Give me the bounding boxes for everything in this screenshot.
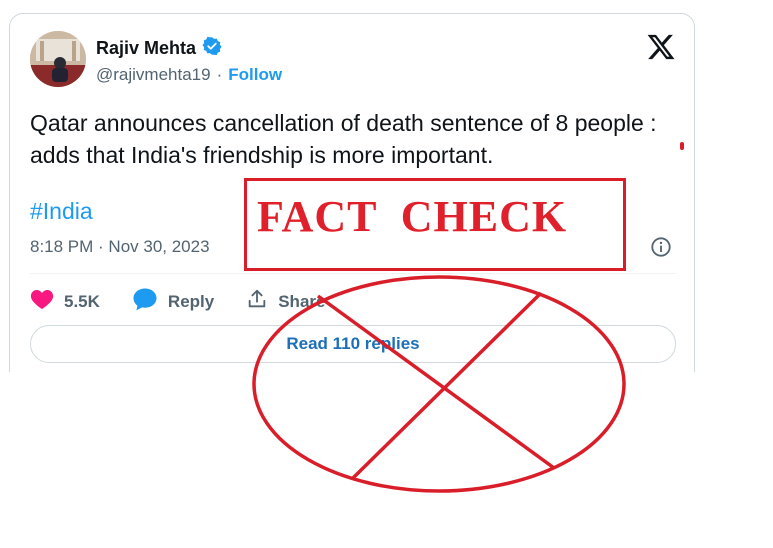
read-replies-button[interactable]: Read 110 replies	[30, 325, 676, 363]
hashtag-link[interactable]: #India	[30, 198, 93, 225]
action-bar: 5.5K Reply Share	[30, 287, 357, 316]
author-name[interactable]: Rajiv Mehta	[96, 38, 196, 59]
read-replies-label: Read 110 replies	[286, 334, 420, 353]
avatar[interactable]	[30, 31, 86, 87]
like-button[interactable]: 5.5K	[30, 288, 100, 315]
x-logo-icon[interactable]	[646, 32, 676, 62]
tweet-timestamp[interactable]: 8:18 PM · Nov 30, 2023	[30, 237, 210, 257]
like-count: 5.5K	[64, 291, 100, 311]
fact-check-text: FACT CHECK	[257, 192, 568, 241]
share-icon	[246, 288, 268, 315]
heart-icon	[30, 288, 54, 315]
card-cutoff	[0, 372, 773, 548]
share-label: Share	[278, 291, 326, 311]
author-handle[interactable]: @rajivmehta19	[96, 65, 211, 85]
share-button[interactable]: Share	[246, 288, 325, 315]
info-icon[interactable]	[650, 236, 672, 258]
tweet-text: Qatar announces cancellation of death se…	[30, 110, 657, 168]
fact-check-stamp: FACT CHECK	[244, 178, 626, 271]
verified-badge-icon	[202, 36, 222, 61]
follow-button[interactable]: Follow	[228, 65, 282, 85]
divider	[30, 273, 676, 274]
reply-bubble-icon	[132, 287, 158, 316]
handle-separator: ·	[216, 65, 223, 84]
handle-row: @rajivmehta19 · Follow	[96, 65, 282, 85]
red-dot	[680, 142, 684, 150]
author-row: Rajiv Mehta	[96, 36, 222, 61]
reply-label: Reply	[167, 291, 215, 311]
reply-button[interactable]: Reply	[132, 287, 214, 316]
